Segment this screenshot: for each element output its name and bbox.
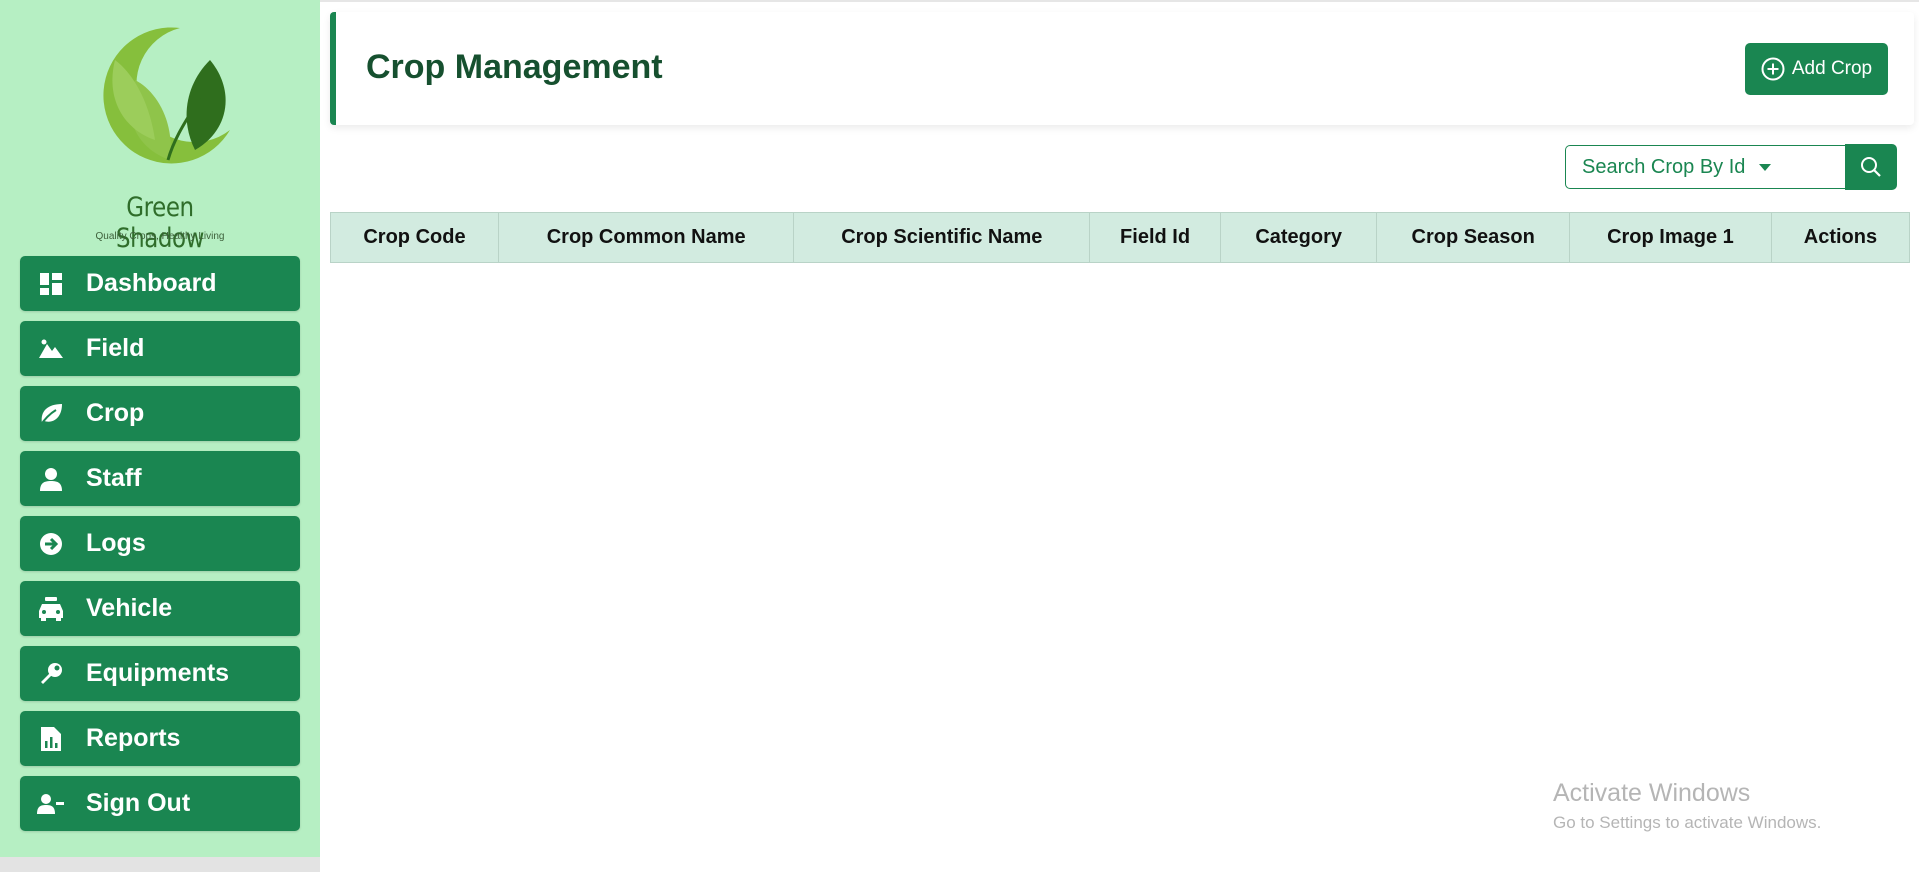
search-crop-dropdown-label: Search Crop By Id	[1582, 155, 1746, 178]
search-icon	[1861, 157, 1881, 177]
column-header-actions: Actions	[1770, 212, 1911, 263]
sidebar-item-label: Reports	[86, 724, 181, 752]
sidebar-item-label: Vehicle	[86, 594, 173, 622]
search-button[interactable]	[1845, 144, 1897, 190]
column-header-crop-season: Crop Season	[1376, 212, 1570, 263]
brand-name: Green Shadow	[115, 192, 205, 254]
search-bar: Search Crop By Id	[1565, 144, 1898, 191]
sidebar-item-label: Field	[86, 334, 145, 362]
column-header-crop-common-name: Crop Common Name	[497, 212, 795, 263]
sidebar-item-field[interactable]: Field	[20, 321, 300, 376]
sidebar-item-reports[interactable]: Reports	[20, 711, 300, 766]
sidebar-item-label: Sign Out	[86, 789, 191, 817]
report-icon	[36, 724, 66, 754]
sidebar-item-staff[interactable]: Staff	[20, 451, 300, 506]
sidebar-item-label: Staff	[86, 464, 142, 492]
sidebar-item-dashboard[interactable]: Dashboard	[20, 256, 300, 311]
activation-watermark-subtitle: Go to Settings to activate Windows.	[1553, 813, 1822, 832]
person-icon	[36, 464, 66, 494]
brand-logo: Green Shadow Quality Crops, Healthy Livi…	[70, 20, 250, 254]
sidebar-item-label: Dashboard	[86, 269, 217, 297]
car-icon	[36, 594, 66, 624]
user-minus-icon	[36, 789, 66, 819]
sidebar-item-label: Logs	[86, 529, 146, 557]
sidebar: Green Shadow Quality Crops, Healthy Livi…	[0, 0, 320, 857]
dashboard-icon	[36, 269, 66, 299]
arrow-circle-icon	[36, 529, 66, 559]
activation-watermark-title: Activate Windows	[1553, 779, 1751, 807]
top-border	[320, 0, 1919, 2]
table-header-row: Crop Code Crop Common Name Crop Scientif…	[330, 212, 1911, 263]
column-header-crop-scientific-name: Crop Scientific Name	[793, 212, 1091, 263]
search-crop-dropdown[interactable]: Search Crop By Id	[1565, 145, 1845, 189]
landscape-icon	[36, 334, 66, 364]
sidebar-item-label: Equipments	[86, 659, 230, 687]
sidebar-footer	[0, 857, 320, 872]
add-crop-label: Add Crop	[1791, 58, 1873, 79]
column-header-category: Category	[1219, 212, 1378, 263]
leaf-logo-icon	[103, 27, 230, 164]
crop-table: Crop Code Crop Common Name Crop Scientif…	[330, 212, 1911, 263]
chevron-down-icon	[1759, 163, 1772, 171]
page-header: Crop Management Add Crop	[330, 12, 1914, 125]
column-header-crop-code: Crop Code	[330, 212, 499, 263]
add-crop-button[interactable]: Add Crop	[1745, 43, 1888, 95]
sidebar-nav: Dashboard Field Crop Staff Logs Vehicle …	[20, 256, 300, 841]
sidebar-item-equipments[interactable]: Equipments	[20, 646, 300, 701]
page-title: Crop Management	[366, 48, 663, 86]
sidebar-item-crop[interactable]: Crop	[20, 386, 300, 441]
sidebar-item-sign-out[interactable]: Sign Out	[20, 776, 300, 831]
sidebar-item-logs[interactable]: Logs	[20, 516, 300, 571]
brand-tagline: Quality Crops, Healthy Living	[95, 231, 225, 242]
leaf-icon	[36, 399, 66, 429]
wrench-icon	[36, 659, 66, 689]
column-header-crop-image-1: Crop Image 1	[1568, 212, 1772, 263]
plus-circle-icon	[1761, 57, 1785, 81]
sidebar-item-vehicle[interactable]: Vehicle	[20, 581, 300, 636]
sidebar-item-label: Crop	[86, 399, 145, 427]
column-header-field-id: Field Id	[1089, 212, 1221, 263]
